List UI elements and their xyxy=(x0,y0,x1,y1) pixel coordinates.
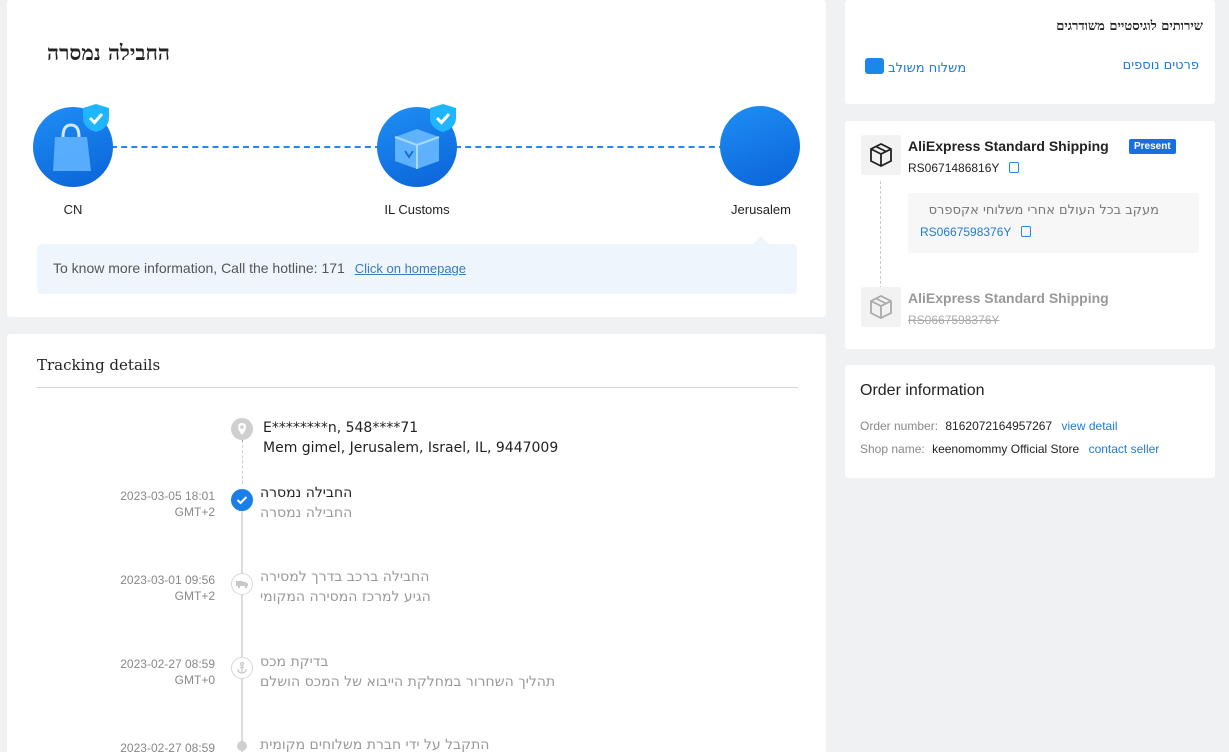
event-time: 2023-03-05 18:01 GMT+2 xyxy=(79,488,215,520)
customs-label: IL Customs xyxy=(384,202,450,217)
package-icon xyxy=(865,58,884,74)
verified-shield-icon xyxy=(83,104,109,132)
event-timezone: GMT+2 xyxy=(174,589,215,603)
logistics-services-card: שירותים לוגיסטיים משודרגים משלוח משולב פ… xyxy=(845,0,1215,104)
delivery-truck-icon xyxy=(231,573,253,595)
combined-shipping-label: משלוח משולב xyxy=(888,61,967,76)
shop-name-value: keenomommy Official Store xyxy=(932,442,1080,456)
event-description: תהליך השחרור במחלקת הייבוא של המכס הושלם xyxy=(260,674,556,690)
location-pin-icon xyxy=(231,418,253,440)
event-title: החבילה נמסרה xyxy=(260,485,353,501)
tracking-event: החבילה ברכב בדרך למסירה הגיע למרכז המסיר… xyxy=(260,567,780,607)
delivery-status-card: החבילה נמסרה CN IL Customs Jerusalem To … xyxy=(7,0,826,317)
event-date: 2023-03-05 18:01 xyxy=(120,489,215,503)
order-number-label: Order number: xyxy=(860,419,939,433)
previous-tracking-number: RS0667598376Y xyxy=(908,313,1000,327)
contact-seller-link[interactable]: contact seller xyxy=(1089,442,1160,456)
divider xyxy=(37,387,798,388)
services-title: שירותים לוגיסטיים משודרגים xyxy=(1056,19,1203,34)
shop-name-row: Shop name: keenomommy Official Store con… xyxy=(860,442,1159,456)
copy-icon[interactable] xyxy=(1020,226,1031,237)
origin-label: CN xyxy=(63,202,83,217)
delivery-address: E********n, 548****71 Mem gimel, Jerusal… xyxy=(263,418,558,458)
copy-icon[interactable] xyxy=(1008,162,1019,173)
status-title: החבילה נמסרה xyxy=(47,40,170,65)
package-icon xyxy=(861,287,901,327)
tracking-event: בדיקת מכס תהליך השחרור במחלקת הייבוא של … xyxy=(260,652,780,692)
event-date: 2023-02-27 08:59 xyxy=(120,741,215,752)
present-badge: Present xyxy=(1129,139,1176,154)
homepage-link[interactable]: Click on homepage xyxy=(355,261,466,276)
hotline-text: To know more information, Call the hotli… xyxy=(53,260,345,276)
tracking-number-text[interactable]: RS0667598376Y xyxy=(920,225,1011,239)
tracking-title: Tracking details xyxy=(37,356,161,374)
event-description: הגיע למרכז המסירה המקומי xyxy=(260,589,431,605)
address-location: Mem gimel, Jerusalem, Israel, IL, 944700… xyxy=(263,440,559,456)
combined-shipping-link[interactable]: משלוח משולב xyxy=(861,58,966,76)
express-tracking-text: מעקב בכל העולם אחרי משלוחי אקספרס xyxy=(928,203,1159,218)
order-information-card: Order information Order number: 81620721… xyxy=(845,365,1215,478)
check-icon xyxy=(231,489,253,511)
event-time: 2023-02-27 08:59 GMT+0 xyxy=(79,656,215,688)
order-number-value: 8162072164957267 xyxy=(945,419,1053,433)
event-timezone: GMT+0 xyxy=(174,673,215,687)
event-description: החבילה נמסרה xyxy=(260,505,353,521)
shop-name-label: Shop name: xyxy=(860,442,925,456)
timeline-connector xyxy=(242,440,243,484)
event-date: 2023-03-01 09:56 xyxy=(120,573,215,587)
tracking-details-card: Tracking details E********n, 548****71 M… xyxy=(7,334,826,752)
hotline-info-box: To know more information, Call the hotli… xyxy=(37,236,797,294)
event-time: 2023-02-27 08:59 xyxy=(79,740,215,752)
event-date: 2023-02-27 08:59 xyxy=(120,657,215,671)
event-title: התקבל על ידי חברת משלוחים מקומית xyxy=(260,737,490,752)
timeline-line xyxy=(241,510,243,752)
shipping-connector xyxy=(880,181,881,289)
event-time: 2023-03-01 09:56 GMT+2 xyxy=(79,572,215,604)
route-line-2 xyxy=(455,146,725,148)
express-tracking-number: RS0667598376Y xyxy=(920,225,1031,239)
destination-node xyxy=(720,106,800,186)
tracking-event: החבילה נמסרה החבילה נמסרה xyxy=(260,483,780,523)
tracking-event: התקבל על ידי חברת משלוחים מקומית xyxy=(260,735,780,752)
verified-shield-icon xyxy=(430,104,456,132)
address-recipient: E********n, 548****71 xyxy=(263,420,419,436)
event-title: בדיקת מכס xyxy=(260,654,329,670)
anchor-customs-icon xyxy=(231,657,253,679)
package-icon xyxy=(861,135,901,175)
more-details-link[interactable]: פרטים נוספים xyxy=(1123,58,1199,73)
tracking-number: RS0671486816Y xyxy=(908,161,1019,175)
tracking-number-text: RS0671486816Y xyxy=(908,161,1000,175)
order-title: Order information xyxy=(860,382,985,399)
timeline-dot xyxy=(237,741,247,751)
event-timezone: GMT+2 xyxy=(174,505,215,519)
view-detail-link[interactable]: view detail xyxy=(1062,419,1118,433)
previous-shipping-method-name: AliExpress Standard Shipping xyxy=(908,290,1109,306)
order-number-row: Order number: 8162072164957267 view deta… xyxy=(860,419,1118,433)
shipping-methods-card: AliExpress Standard Shipping Present RS0… xyxy=(845,121,1215,349)
destination-label: Jerusalem xyxy=(731,202,791,217)
express-tracking-box: מעקב בכל העולם אחרי משלוחי אקספרס RS0667… xyxy=(908,193,1199,253)
shipping-method-name: AliExpress Standard Shipping xyxy=(908,138,1109,154)
event-title: החבילה ברכב בדרך למסירה xyxy=(260,569,430,585)
route-line-1 xyxy=(111,146,381,148)
